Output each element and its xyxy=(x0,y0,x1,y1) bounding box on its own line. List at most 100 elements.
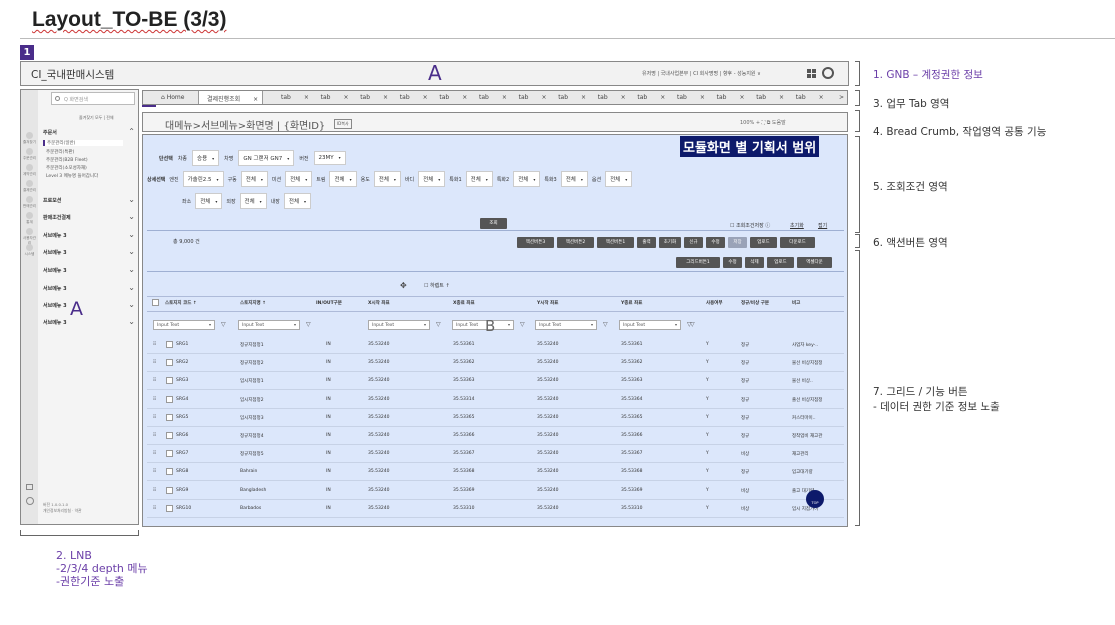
action-button[interactable]: 초기화 xyxy=(659,237,681,248)
lnb-group[interactable]: 서브메뉴 3 ⌄ xyxy=(43,283,135,292)
close-icon[interactable]: × xyxy=(819,94,824,101)
user-info[interactable]: 유저명 | 국내사업본부 | CI 회사명명 | 향후 - 성능지원 ∨ xyxy=(642,70,761,77)
filter-icon[interactable]: ▽ xyxy=(603,321,608,328)
action-button[interactable]: 업로드 xyxy=(750,237,777,248)
scroll-top-button[interactable]: TOP xyxy=(806,490,824,508)
grid-header-cell[interactable]: Y종료 좌표 xyxy=(621,300,642,306)
rail-item[interactable]: 판매관리 xyxy=(23,196,36,209)
table-row[interactable]: ⠿ SRG8 Bahrain IN 35.53240 35.53368 35.53240 35… xyxy=(147,463,844,482)
tab-item[interactable]: tab × xyxy=(281,91,309,104)
grid-button[interactable]: 업로드 xyxy=(767,257,794,268)
search-button[interactable]: 조회 xyxy=(480,218,507,229)
select-special1[interactable]: 전체 ▾ xyxy=(465,171,493,187)
row-checkbox[interactable] xyxy=(166,486,173,494)
filter-input[interactable]: Input Text ▾ xyxy=(619,320,681,330)
select-trim[interactable]: 전체 ▾ xyxy=(329,171,357,187)
close-icon[interactable]: × xyxy=(621,94,626,101)
close-icon[interactable]: × xyxy=(502,94,507,101)
action-button[interactable]: 액션버튼3 xyxy=(517,237,554,248)
table-row[interactable]: ⠿ SRG2 정규지점정2 IN 35.53240 35.53362 35.53240 35.… xyxy=(147,354,844,373)
tab-scroll-right[interactable]: > xyxy=(839,91,844,104)
close-icon[interactable]: × xyxy=(343,94,348,101)
close-icon[interactable]: × xyxy=(581,94,586,101)
filter-input[interactable]: Input Text ▾ xyxy=(238,320,300,330)
tab-item[interactable]: tab × xyxy=(717,91,745,104)
grid-button[interactable]: 수정 xyxy=(723,257,742,268)
filter-input[interactable]: Input Text ▾ xyxy=(452,320,514,330)
lnb-sub-item[interactable]: 주문관리(일반) xyxy=(43,140,123,146)
grid-header-cell[interactable]: 정규/비상 구분 xyxy=(741,300,769,306)
lnb-sub-item[interactable]: 주문관리(B2B Fleet) xyxy=(46,157,88,163)
row-checkbox[interactable] xyxy=(166,468,173,476)
filter-icon[interactable]: ▽ xyxy=(306,321,311,328)
select-version[interactable]: 23MY ▾ xyxy=(313,151,346,165)
row-checkbox[interactable] xyxy=(166,341,173,348)
rail-item[interactable]: 계약관리 xyxy=(23,164,36,177)
tab-item[interactable]: tab × xyxy=(400,91,428,104)
row-checkbox[interactable] xyxy=(166,432,173,439)
drag-handle-icon[interactable]: ⠿ xyxy=(153,451,156,456)
lnb-group[interactable]: 판매조건결제 ⌄ xyxy=(43,212,135,221)
grid-header-cell[interactable]: X종료 좌표 xyxy=(453,300,475,306)
drag-handle-icon[interactable]: ⠿ xyxy=(153,488,156,493)
drag-handle-icon[interactable]: ⠿ xyxy=(153,506,156,511)
rail-item[interactable]: 주문관리 xyxy=(23,148,36,161)
select-option[interactable]: 전체 ▾ xyxy=(605,171,633,187)
action-button[interactable]: 액션버튼2 xyxy=(557,237,594,248)
table-row[interactable]: ⠿ SRG7 정규지점정5 IN 35.53240 35.53367 35.53240 35.… xyxy=(147,445,844,464)
filter-icon[interactable]: ▽ xyxy=(436,321,441,328)
tab-item[interactable]: tab × xyxy=(796,91,824,104)
lnb-sub-item[interactable]: 주문관리(소모성자재) xyxy=(46,165,87,171)
tab-item[interactable]: tab × xyxy=(439,91,467,104)
grid-header-cell[interactable]: Y시작 좌표 xyxy=(537,300,558,306)
grid-button[interactable]: 그리드버튼1 xyxy=(676,257,720,268)
select-exterior[interactable]: 전체 ▾ xyxy=(239,193,267,209)
drag-handle-icon[interactable]: ⠿ xyxy=(153,342,156,347)
action-button[interactable]: 수정 xyxy=(706,237,725,248)
filter-input[interactable]: Input Text ▾ xyxy=(535,320,597,330)
grid-header-cell[interactable]: 사용여부 xyxy=(706,300,723,306)
select-drive[interactable]: 전체 ▾ xyxy=(240,171,268,187)
table-row[interactable]: ⠿ SRG10 Barbados IN 35.53240 35.53310 35.53240… xyxy=(147,500,844,518)
move-icon[interactable]: ✥ xyxy=(400,281,407,290)
select-interior[interactable]: 전체 ▾ xyxy=(283,193,312,209)
close-icon[interactable]: × xyxy=(304,94,309,101)
table-row[interactable]: ⠿ SRG5 임시지점정3 IN 35.53240 35.53365 35.53240 35.… xyxy=(147,409,844,427)
filter-input[interactable]: Input Text ▾ xyxy=(153,320,215,330)
filter-icon[interactable]: ▽ xyxy=(520,321,525,328)
rail-item[interactable]: 결제관리 xyxy=(23,180,36,193)
select-special3[interactable]: 전체 ▾ xyxy=(560,171,588,187)
select-seat[interactable]: 전체 ▾ xyxy=(195,193,223,209)
drag-handle-icon[interactable]: ⠿ xyxy=(153,397,156,402)
lnb-sub-item[interactable]: 주문관리(특판) xyxy=(46,149,74,155)
tab-item[interactable]: tab × xyxy=(677,91,705,104)
copy-id-button[interactable]: ID복사 xyxy=(334,119,352,129)
filter-icon[interactable]: ▽ xyxy=(221,321,226,328)
select-mission[interactable]: 전체 ▾ xyxy=(285,171,313,187)
select-special2[interactable]: 전체 ▾ xyxy=(513,171,541,187)
tab-item[interactable]: tab × xyxy=(519,91,547,104)
close-icon[interactable]: × xyxy=(779,94,784,101)
drag-handle-icon[interactable]: ⠿ xyxy=(153,433,156,438)
tab-item[interactable]: tab × xyxy=(321,91,349,104)
lnb-group[interactable]: 주문서 ⌃ xyxy=(43,127,135,136)
action-button[interactable]: 출력 xyxy=(637,237,656,248)
drag-handle-icon[interactable]: ⠿ xyxy=(153,378,156,383)
lnb-links[interactable]: 즐겨찾기 모두 | 전체 xyxy=(79,115,114,121)
row-checkbox[interactable] xyxy=(166,395,173,403)
select-usage[interactable]: 전체 ▾ xyxy=(373,171,401,187)
filter-icon[interactable]: ▽ xyxy=(690,321,695,328)
grid-header-cell[interactable]: 스토지지 코드 ↑ xyxy=(165,300,197,306)
close-icon[interactable]: × xyxy=(541,94,546,101)
lnb-group[interactable]: 프로모션 ⌄ xyxy=(43,195,135,204)
sitemap-icon[interactable] xyxy=(26,484,33,490)
rail-item[interactable]: 통계 xyxy=(23,212,36,225)
filter-input[interactable]: Input Text ▾ xyxy=(368,320,430,330)
close-icon[interactable]: × xyxy=(462,94,467,101)
close-icon[interactable]: × xyxy=(700,94,705,101)
reset-link[interactable]: 초기화 xyxy=(790,222,804,229)
gear-icon[interactable] xyxy=(26,497,34,505)
tab-item[interactable]: tab × xyxy=(598,91,626,104)
table-row[interactable]: ⠿ SRG9 Bangladesh IN 35.53240 35.53369 35.5324… xyxy=(147,482,844,500)
action-button[interactable]: 저장 xyxy=(728,237,747,248)
